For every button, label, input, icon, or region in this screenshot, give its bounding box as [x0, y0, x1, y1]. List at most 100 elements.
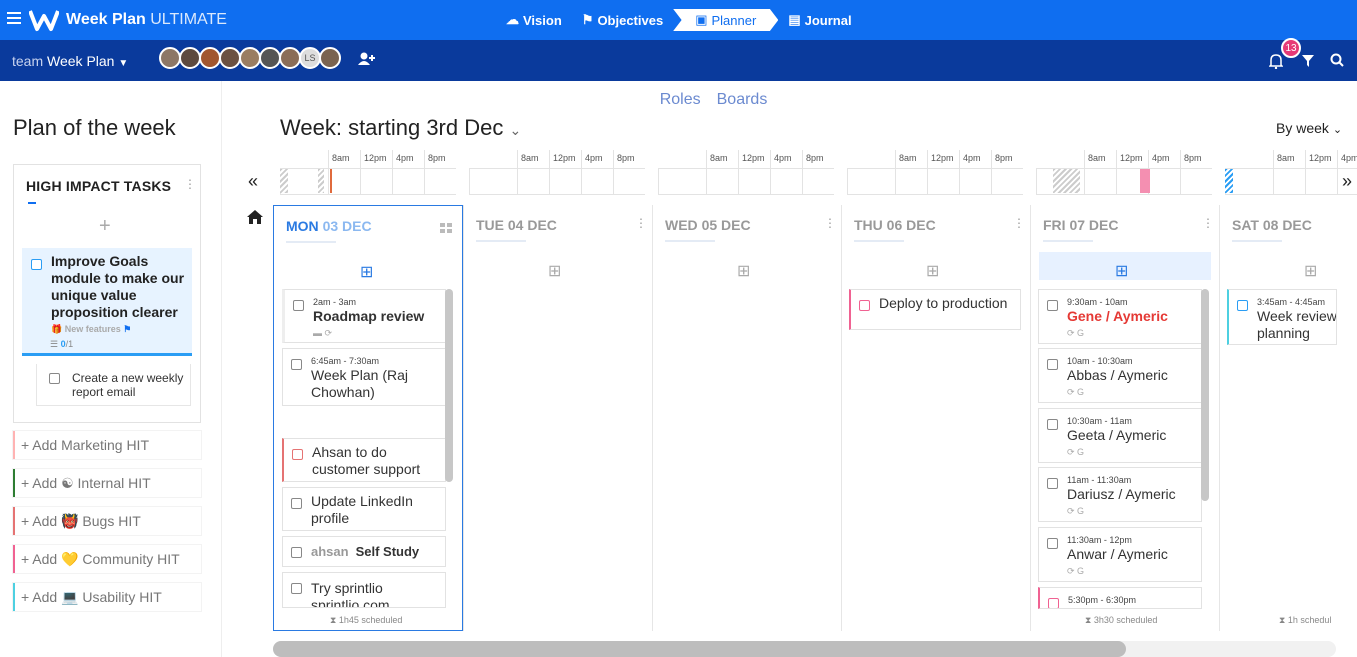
hit-subtask[interactable]: Create a new weekly report email: [36, 364, 191, 406]
add-marketing-hit[interactable]: + Add Marketing HIT: [13, 431, 201, 459]
event-card[interactable]: 5:30pm - 6:30pm: [1038, 587, 1202, 609]
event-card[interactable]: 10:30am - 11am Geeta / Aymeric ⟳ G: [1038, 408, 1202, 463]
notification-badge[interactable]: 13: [1281, 38, 1301, 58]
view-selector[interactable]: By week ⌄: [1276, 120, 1342, 136]
add-user-icon[interactable]: [358, 52, 376, 66]
event-checkbox[interactable]: [293, 300, 304, 311]
add-to-calendar-icon[interactable]: ⊞: [360, 262, 373, 282]
avatar[interactable]: [279, 47, 301, 69]
add-to-calendar-icon[interactable]: ⊞: [1115, 261, 1128, 281]
event-block: [1140, 169, 1150, 193]
avatar[interactable]: [199, 47, 221, 69]
event-card[interactable]: 10am - 10:30am Abbas / Aymeric ⟳ G: [1038, 348, 1202, 403]
day-timeline[interactable]: 8am12pm4pm8pm: [658, 150, 834, 195]
horizontal-scroll-thumb[interactable]: [273, 641, 1126, 657]
week-title[interactable]: Week: starting 3rd Dec ⌄: [280, 115, 521, 141]
menu-icon[interactable]: [7, 12, 21, 24]
event-checkbox[interactable]: [1048, 598, 1059, 608]
home-icon[interactable]: [246, 209, 264, 225]
search-icon[interactable]: [1330, 53, 1344, 67]
event-checkbox[interactable]: [292, 449, 303, 460]
add-to-calendar-icon[interactable]: ⊞: [548, 261, 561, 281]
add-community-hit[interactable]: + Add 💛 Community HIT: [13, 545, 201, 573]
event-checkbox[interactable]: [1047, 538, 1058, 549]
event-checkbox[interactable]: [291, 583, 302, 594]
day-timeline[interactable]: 8am12pm4pm8pm: [847, 150, 1023, 195]
avatar[interactable]: [219, 47, 241, 69]
avatar[interactable]: [319, 47, 341, 69]
event-checkbox[interactable]: [291, 359, 302, 370]
weekplan-logo[interactable]: [29, 8, 59, 32]
more-vertical-icon[interactable]: ⋮: [1202, 216, 1214, 230]
event-checkbox[interactable]: [1047, 300, 1058, 311]
subtask-checkbox[interactable]: [49, 373, 60, 384]
fri-scrollbar[interactable]: [1201, 289, 1209, 501]
hit-task[interactable]: Improve Goals module to make our unique …: [22, 248, 192, 356]
nav-vision[interactable]: ☁ Vision: [496, 9, 572, 31]
tab-schedule[interactable]: Schedule: [577, 91, 644, 109]
tab-roles[interactable]: Roles: [660, 91, 701, 109]
add-to-calendar-icon[interactable]: ⊞: [926, 261, 939, 281]
event-card[interactable]: 6:45am - 7:30am Week Plan (Raj Chowhan): [282, 348, 446, 406]
add-usability-hit[interactable]: + Add 💻 Usability HIT: [13, 583, 201, 611]
event-checkbox[interactable]: [291, 498, 302, 509]
prev-week-arrow[interactable]: «: [248, 171, 258, 192]
avatar[interactable]: [259, 47, 281, 69]
more-vertical-icon[interactable]: ⋮: [824, 216, 836, 230]
event-title: Abbas / Aymeric: [1067, 367, 1168, 383]
avatar[interactable]: [239, 47, 261, 69]
more-vertical-icon[interactable]: ⋮: [635, 216, 647, 230]
day-header: TUE 04 DEC: [476, 217, 557, 233]
grid-view-icon[interactable]: [440, 222, 452, 236]
book-icon: ▤: [788, 12, 801, 27]
nav-journal[interactable]: ▤ Journal: [778, 9, 861, 31]
more-vertical-icon[interactable]: ⋮: [184, 177, 196, 191]
event-card[interactable]: 9:30am - 10am Gene / Aymeric ⟳ G: [1038, 289, 1202, 344]
hit-card: HIGH IMPACT TASKS ⋮ + Improve Goals modu…: [13, 164, 201, 423]
event-card[interactable]: Deploy to production: [849, 289, 1021, 330]
event-checkbox[interactable]: [859, 300, 870, 311]
day-timeline[interactable]: 8am12pm4pm8pm: [469, 150, 645, 195]
add-hit-button[interactable]: +: [99, 215, 111, 238]
filter-icon[interactable]: [1302, 55, 1314, 67]
day-header: THU 06 DEC: [854, 217, 936, 233]
event-title: Update LinkedIn profile: [311, 493, 413, 526]
add-to-calendar-icon[interactable]: ⊞: [737, 261, 750, 281]
bell-icon[interactable]: [1269, 53, 1283, 69]
timeline-tick: [895, 150, 896, 195]
add-bugs-hit[interactable]: + Add 👹 Bugs HIT: [13, 507, 201, 535]
event-card[interactable]: Try sprintlio sprintlio.com: [282, 572, 446, 608]
event-checkbox[interactable]: [1047, 419, 1058, 430]
event-checkbox[interactable]: [1237, 300, 1248, 311]
avatar[interactable]: LS: [299, 47, 321, 69]
mon-scrollbar[interactable]: [445, 289, 453, 482]
event-card[interactable]: Ahsan to do customer support: [282, 438, 446, 482]
day-timeline[interactable]: 8am12pm4pm8pm: [1036, 150, 1212, 195]
event-card[interactable]: 11am - 11:30am Dariusz / Aymeric ⟳ G: [1038, 467, 1202, 522]
timeline-tick: [517, 150, 518, 195]
nav-planner[interactable]: ▣ Planner: [673, 9, 779, 31]
event-checkbox[interactable]: [1047, 359, 1058, 370]
event-card[interactable]: Update LinkedIn profile: [282, 487, 446, 531]
timeline-tick: [706, 150, 707, 195]
day-timeline[interactable]: 8am12pm4pm8pm: [1225, 150, 1357, 195]
event-card[interactable]: 11:30am - 12pm Anwar / Aymeric ⟳ G: [1038, 527, 1202, 582]
nav-objectives[interactable]: ⚑ Objectives: [572, 9, 673, 31]
team-selector[interactable]: team Week Plan ▼: [12, 53, 128, 69]
tab-boards[interactable]: Boards: [717, 91, 768, 109]
day-timeline[interactable]: 8am12pm4pm8pm: [280, 150, 456, 195]
avatar[interactable]: [159, 47, 181, 69]
task-checkbox[interactable]: [31, 259, 42, 270]
timeline-tick: [424, 150, 425, 195]
event-checkbox[interactable]: [291, 547, 302, 558]
more-vertical-icon[interactable]: ⋮: [1013, 216, 1025, 230]
timeline-label: 12pm: [1309, 153, 1332, 163]
event-card[interactable]: 2am - 3am Roadmap review ▬ ⟳: [282, 289, 446, 343]
event-card[interactable]: ahsan Self Study: [282, 536, 446, 567]
add-internal-hit[interactable]: + Add ☯ Internal HIT: [13, 469, 201, 497]
avatar[interactable]: [179, 47, 201, 69]
event-card[interactable]: 3:45am - 4:45am Week review planning: [1227, 289, 1337, 345]
add-to-calendar-icon[interactable]: ⊞: [1304, 261, 1317, 281]
event-checkbox[interactable]: [1047, 478, 1058, 489]
timeline-label: 12pm: [931, 153, 954, 163]
